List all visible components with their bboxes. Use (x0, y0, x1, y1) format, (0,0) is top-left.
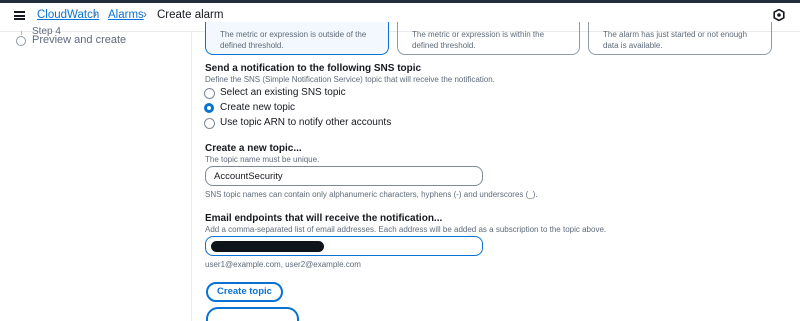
threshold-tile-in-alarm[interactable]: The metric or expression is outside of t… (205, 22, 389, 55)
step-indicator-icon (16, 36, 26, 46)
radio-label: Use topic ARN to notify other accounts (220, 117, 392, 128)
threshold-tile-insufficient[interactable]: The alarm has just started or not enough… (588, 22, 772, 55)
radio-circle-icon[interactable] (204, 88, 215, 99)
top-border (0, 0, 800, 3)
threshold-tile-ok[interactable]: The metric or expression is within the d… (397, 22, 580, 55)
endpoints-description: Add a comma-separated list of email addr… (205, 225, 607, 234)
breadcrumb-alarms[interactable]: Alarms (108, 9, 144, 21)
breadcrumb-cloudwatch[interactable]: CloudWatch (37, 9, 99, 21)
radio-label: Select an existing SNS topic (220, 87, 346, 98)
settings-icon[interactable] (773, 9, 785, 21)
sns-description: Define the SNS (Simple Notification Serv… (205, 75, 495, 84)
next-button-partial[interactable] (206, 307, 299, 321)
tile-text: The alarm has just started or not enough… (603, 30, 748, 50)
topic-name-constraint: SNS topic names can contain only alphanu… (205, 190, 538, 199)
chevron-right-icon: › (143, 7, 147, 21)
sns-heading: Send a notification to the following SNS… (205, 63, 422, 74)
menu-icon[interactable] (14, 11, 25, 21)
radio-circle-icon[interactable] (204, 118, 215, 129)
endpoints-heading: Email endpoints that will receive the no… (205, 213, 443, 224)
topic-name-value: AccountSecurity (214, 171, 283, 182)
tile-text: The metric or expression is outside of t… (220, 30, 367, 50)
radio-selected-icon[interactable] (204, 103, 214, 113)
wizard-steps: Step 4 Preview and create (0, 26, 190, 315)
step-preview-label[interactable]: Preview and create (32, 34, 126, 46)
create-topic-button[interactable]: Create topic (206, 282, 283, 302)
tile-text: The metric or expression is within the d… (412, 30, 545, 50)
new-topic-description: The topic name must be unique. (205, 155, 320, 164)
step-connector (21, 31, 22, 35)
endpoints-hint: user1@example.com, user2@example.com (205, 260, 361, 269)
breadcrumb-current: Create alarm (157, 9, 224, 21)
email-endpoints-input[interactable] (205, 236, 483, 256)
redacted-email (211, 241, 324, 252)
radio-label: Create new topic (220, 102, 296, 113)
new-topic-heading: Create a new topic... (205, 143, 302, 154)
topic-name-input[interactable]: AccountSecurity (205, 166, 483, 186)
chevron-right-icon: › (93, 7, 97, 21)
